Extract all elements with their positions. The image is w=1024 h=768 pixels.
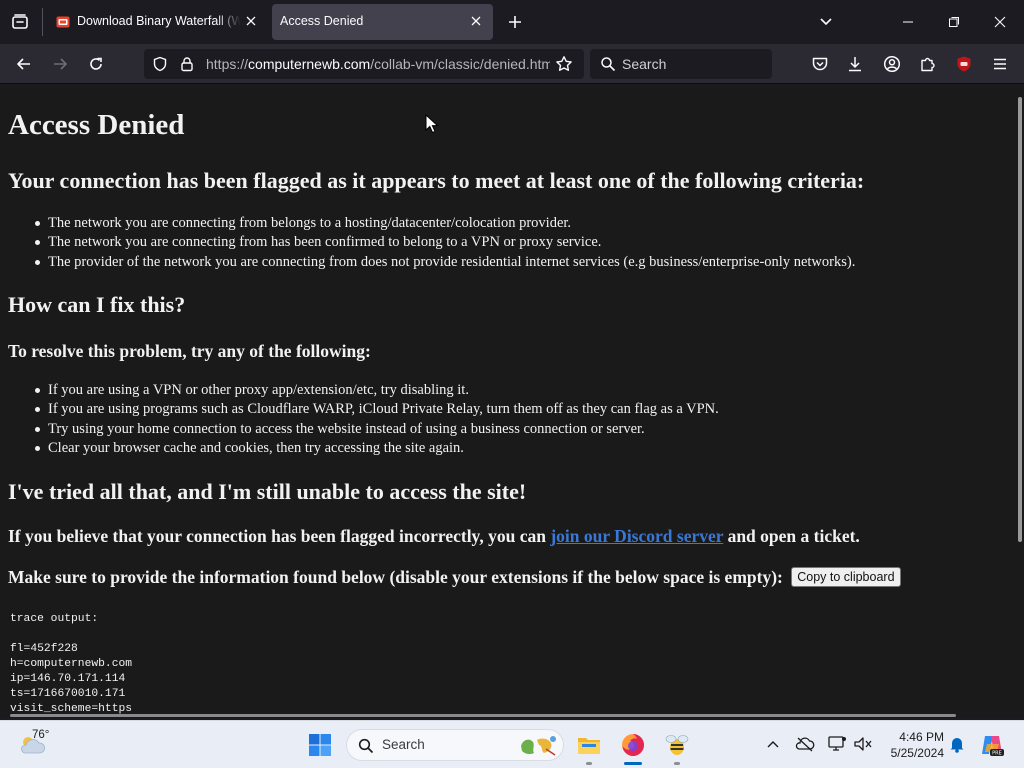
bookmark-star-icon[interactable] [554, 54, 574, 74]
list-item: The network you are connecting from has … [34, 233, 855, 252]
new-tab-icon[interactable] [505, 12, 525, 32]
list-item: If you are using programs such as Cloudf… [35, 400, 719, 419]
notification-bell-icon[interactable] [947, 734, 967, 754]
forward-arrow-icon[interactable] [50, 54, 70, 74]
page-title: Access Denied [8, 109, 185, 141]
trace-line: ip=146.70.171.114 [10, 673, 126, 685]
resolve-heading: To resolve this problem, try any of the … [8, 341, 371, 361]
taskbar-search-placeholder: Search [382, 737, 425, 752]
search-bar[interactable]: Search [590, 49, 772, 79]
account-icon[interactable] [882, 54, 902, 74]
address-bar[interactable]: https://computernewb.com/collab-vm/class… [144, 49, 584, 79]
beekeeper-running-indicator [674, 762, 680, 765]
file-explorer-icon[interactable] [574, 730, 604, 760]
system-clock[interactable]: 4:46 PM 5/25/2024 [880, 729, 944, 761]
extensions-puzzle-icon[interactable] [918, 54, 938, 74]
list-item: The network you are connecting from belo… [34, 214, 855, 233]
taskbar-search-box[interactable]: Search [346, 729, 564, 761]
discord-server-link[interactable]: join our Discord server [550, 526, 723, 546]
discord-text-before: If you believe that your connection has … [8, 526, 551, 546]
vertical-scrollbar-thumb[interactable] [1018, 97, 1022, 542]
trace-output: trace output: fl=452f228 h=computernewb.… [10, 612, 132, 717]
fixes-list: If you are using a VPN or other proxy ap… [35, 381, 719, 458]
tracking-protection-shield-icon[interactable] [150, 54, 170, 74]
list-item: Try using your home connection to access… [35, 420, 719, 439]
show-hidden-icons-chevron-up-icon[interactable] [764, 735, 782, 753]
beekeeper-app-icon[interactable] [662, 730, 692, 760]
svg-text:PRE: PRE [992, 751, 1002, 757]
trace-label: trace output: [10, 613, 99, 625]
search-highlight-world-map-icon [517, 733, 559, 759]
discord-paragraph: If you believe that your connection has … [8, 526, 860, 547]
pocket-icon[interactable] [810, 54, 830, 74]
navigation-toolbar: https://computernewb.com/collab-vm/class… [0, 44, 1024, 84]
tab-download-binary-waterfall[interactable]: Download Binary Waterfall (Win [46, 4, 268, 40]
url-path: /collab-vm/classic/denied.html [370, 56, 550, 72]
search-icon [598, 54, 618, 74]
tab-strip: Download Binary Waterfall (Win Access De… [0, 0, 1024, 44]
onedrive-offline-icon[interactable] [794, 734, 816, 754]
padlock-icon[interactable] [177, 54, 197, 74]
page-content: Access Denied Your connection has been f… [0, 85, 1016, 718]
window-restore-icon[interactable] [944, 12, 964, 32]
weather-temperature: 76° [32, 729, 50, 741]
close-tab-icon[interactable] [244, 14, 258, 28]
clock-date: 5/25/2024 [890, 746, 944, 760]
url-scheme: https:// [206, 56, 249, 72]
window-minimize-icon[interactable] [898, 12, 918, 32]
flagged-heading: Your connection has been flagged as it a… [8, 168, 865, 193]
provide-info-text: Make sure to provide the information fou… [8, 567, 783, 587]
volume-muted-icon[interactable] [852, 734, 874, 754]
list-item: Clear your browser cache and cookies, th… [35, 439, 719, 458]
discord-text-after: and open a ticket. [723, 526, 860, 546]
horizontal-scrollbar[interactable] [10, 714, 956, 717]
list-all-tabs-chevron-down-icon[interactable] [816, 12, 836, 32]
provide-info-paragraph: Make sure to provide the information fou… [8, 567, 901, 588]
file-explorer-running-indicator [586, 762, 592, 765]
app-menu-hamburger-icon[interactable] [990, 54, 1010, 74]
windows-start-icon[interactable] [306, 731, 334, 759]
tab-title: Download Binary Waterfall (Win [77, 14, 241, 28]
reload-icon[interactable] [86, 54, 106, 74]
tab-title: Access Denied [280, 14, 364, 28]
fix-heading: How can I fix this? [8, 292, 186, 317]
copy-to-clipboard-button[interactable]: Copy to clipboard [791, 567, 901, 587]
search-placeholder: Search [622, 56, 667, 72]
clock-time: 4:46 PM [899, 730, 944, 744]
url-text[interactable]: https://computernewb.com/collab-vm/class… [206, 56, 550, 72]
list-item: If you are using a VPN or other proxy ap… [35, 381, 719, 400]
downloads-icon[interactable] [845, 54, 865, 74]
close-tab-icon[interactable] [469, 14, 483, 28]
trace-line: h=computernewb.com [10, 658, 133, 670]
window-close-icon[interactable] [990, 12, 1010, 32]
trace-line: ts=1716670010.171 [10, 688, 126, 700]
back-arrow-icon[interactable] [14, 54, 34, 74]
display-network-icon[interactable] [826, 734, 848, 754]
binary-waterfall-favicon-icon [56, 15, 70, 29]
search-icon [357, 737, 375, 755]
windows-taskbar: 76° Search 4:46 PM 5/25/2024 PRE [0, 720, 1024, 768]
still-unable-heading: I've tried all that, and I'm still unabl… [8, 479, 527, 504]
criteria-list: The network you are connecting from belo… [34, 214, 855, 272]
ublock-origin-icon[interactable] [954, 54, 974, 74]
firefox-active-indicator [624, 762, 642, 765]
copilot-preview-icon[interactable]: PRE [978, 731, 1006, 759]
url-host: computernewb.com [248, 56, 371, 72]
tab-overview-icon[interactable] [10, 12, 30, 32]
list-item: The provider of the network you are conn… [34, 253, 855, 272]
mouse-cursor-icon [425, 114, 439, 134]
tab-access-denied[interactable]: Access Denied [272, 4, 493, 40]
tab-separator [42, 8, 43, 36]
trace-line: fl=452f228 [10, 643, 78, 655]
firefox-icon[interactable] [618, 730, 648, 760]
